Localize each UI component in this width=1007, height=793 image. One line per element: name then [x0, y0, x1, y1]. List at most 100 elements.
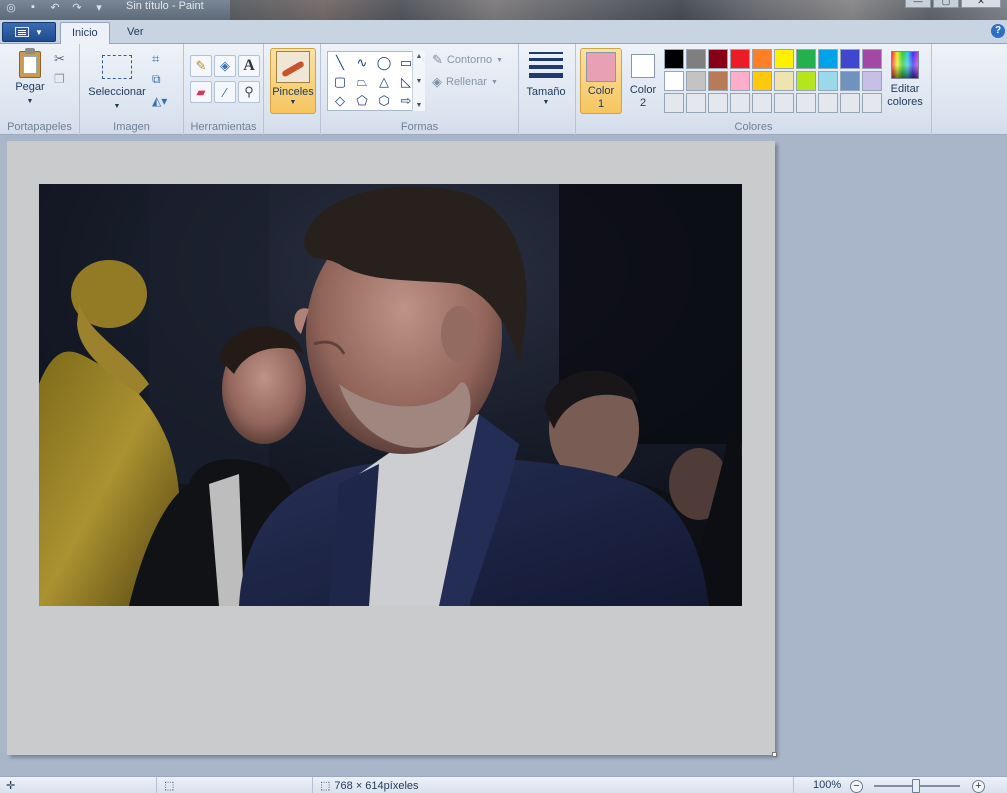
clipboard-group-label: Portapapeles [7, 121, 72, 133]
zoom-out-button[interactable]: − [850, 780, 863, 793]
select-button[interactable]: Seleccionar ▼ [86, 48, 148, 113]
palette-swatch[interactable] [862, 49, 882, 69]
fill-bucket-icon[interactable]: ◈ [214, 55, 236, 77]
shapes-gallery-scroll[interactable]: ▲ ▼ ▼ [412, 51, 425, 111]
palette-swatch[interactable] [730, 49, 750, 69]
rotate-icon[interactable]: ◭▾ [152, 94, 178, 110]
palette-swatch[interactable] [862, 71, 882, 91]
paste-button[interactable]: Pegar ▼ [8, 48, 52, 108]
chevron-up-icon[interactable]: ▲ [416, 53, 423, 60]
canvas-resize-handle[interactable] [772, 752, 777, 757]
clipboard-group: Pegar ▼ ✂ ❐ Portapapeles [0, 44, 80, 135]
resize-icon[interactable]: ⧉ [152, 72, 168, 88]
canvas-workspace[interactable] [0, 135, 1007, 776]
zoom-in-button[interactable]: + [972, 780, 985, 793]
maximize-button[interactable]: ▢ [933, 0, 959, 8]
text-tool-icon[interactable]: A [238, 55, 260, 77]
quick-access-toolbar: ◎ ▪ ↶ ↷ ▾ [4, 0, 106, 14]
zoom-slider-thumb[interactable] [912, 779, 920, 793]
tab-ver[interactable]: Ver [116, 22, 155, 44]
palette-swatch[interactable] [818, 49, 838, 69]
palette-swatch[interactable] [664, 49, 684, 69]
line-shape-icon[interactable]: ╲ [330, 53, 350, 72]
polygon-shape-icon[interactable]: ⏢ [352, 72, 372, 91]
copy-icon[interactable]: ❐ [54, 72, 70, 88]
cut-icon[interactable]: ✂ [54, 51, 70, 67]
color1-swatch [586, 52, 616, 82]
color2-button[interactable]: Color 2 [624, 48, 662, 114]
more-icon[interactable]: ▼ [416, 102, 423, 109]
pentagon-shape-icon[interactable]: ⬠ [352, 91, 372, 110]
paste-label: Pegar [15, 81, 45, 93]
palette-swatch[interactable] [752, 71, 772, 91]
palette-swatch[interactable] [730, 71, 750, 91]
palette-swatch[interactable] [752, 93, 772, 113]
close-button[interactable]: ✕ [961, 0, 1001, 8]
size-label: Tamaño [526, 86, 566, 98]
palette-swatch[interactable] [686, 71, 706, 91]
palette-swatch[interactable] [840, 49, 860, 69]
palette-swatch[interactable] [774, 71, 794, 91]
palette-swatch[interactable] [796, 49, 816, 69]
palette-swatch[interactable] [752, 49, 772, 69]
palette-swatch[interactable] [686, 93, 706, 113]
oval-shape-icon[interactable]: ◯ [374, 53, 394, 72]
ribbon-tabs: ▼ Inicio Ver ? [0, 20, 1007, 44]
eraser-icon[interactable]: ▰ [190, 81, 212, 103]
palette-swatch[interactable] [774, 93, 794, 113]
size-button[interactable]: Tamaño ▼ [524, 52, 568, 106]
file-menu-button[interactable]: ▼ [2, 22, 56, 42]
crop-icon[interactable]: ⌗ [152, 51, 168, 67]
image-dimensions: 768 × 614píxeles [334, 779, 419, 792]
canvas[interactable] [7, 141, 775, 755]
color-picker-icon[interactable]: ⁄ [214, 81, 236, 103]
chevron-down-icon: ▼ [35, 27, 43, 37]
chevron-down-icon: ▼ [542, 99, 550, 106]
chevron-down-icon: ▼ [496, 56, 504, 64]
edit-colors-button[interactable]: Editar colores [884, 51, 926, 109]
palette-swatch[interactable] [818, 93, 838, 113]
palette-swatch[interactable] [818, 71, 838, 91]
magnifier-icon[interactable]: ⚲ [238, 81, 260, 103]
triangle-shape-icon[interactable]: △ [374, 72, 394, 91]
palette-swatch[interactable] [664, 93, 684, 113]
palette-swatch[interactable] [862, 93, 882, 113]
tab-inicio[interactable]: Inicio [60, 22, 110, 44]
diamond-shape-icon[interactable]: ◇ [330, 91, 350, 110]
edit-colors-label: Editar [890, 83, 920, 95]
curve-shape-icon[interactable]: ∿ [352, 53, 372, 72]
palette-swatch[interactable] [708, 71, 728, 91]
color1-button[interactable]: Color 1 [580, 48, 622, 114]
color1-number: 1 [597, 98, 605, 110]
customize-qat-icon[interactable]: ▾ [92, 1, 106, 14]
fill-bucket-icon: ◈ [432, 74, 442, 89]
selection-size: ⬚ [164, 779, 174, 792]
palette-swatch[interactable] [774, 49, 794, 69]
pasted-photo[interactable] [39, 184, 742, 606]
pencil-icon[interactable]: ✎ [190, 55, 212, 77]
color-palette [664, 49, 882, 113]
outline-button[interactable]: ✎ Contorno ▼ [432, 52, 503, 68]
palette-swatch[interactable] [840, 93, 860, 113]
palette-swatch[interactable] [686, 49, 706, 69]
minimize-button[interactable]: — [905, 0, 931, 8]
paint-app-icon[interactable]: ◎ [4, 1, 18, 14]
palette-swatch[interactable] [708, 49, 728, 69]
line-width-icon [529, 52, 563, 78]
undo-icon[interactable]: ↶ [48, 1, 62, 14]
palette-swatch[interactable] [796, 93, 816, 113]
palette-swatch[interactable] [708, 93, 728, 113]
palette-swatch[interactable] [664, 71, 684, 91]
redo-icon[interactable]: ↷ [70, 1, 84, 14]
fill-button[interactable]: ◈ Rellenar ▼ [432, 74, 498, 90]
save-icon[interactable]: ▪ [26, 1, 40, 13]
chevron-down-icon[interactable]: ▼ [416, 78, 423, 85]
chevron-down-icon: ▼ [490, 78, 498, 86]
palette-swatch[interactable] [796, 71, 816, 91]
rounded-rectangle-shape-icon[interactable]: ▢ [330, 72, 350, 91]
palette-swatch[interactable] [840, 71, 860, 91]
hexagon-shape-icon[interactable]: ⬡ [374, 91, 394, 110]
palette-swatch[interactable] [730, 93, 750, 113]
shapes-gallery: ╲ ∿ ◯ ▭ ▢ ⏢ △ ◺ ◇ ⬠ ⬡ ⇨ [327, 51, 425, 111]
help-icon[interactable]: ? [991, 24, 1005, 38]
